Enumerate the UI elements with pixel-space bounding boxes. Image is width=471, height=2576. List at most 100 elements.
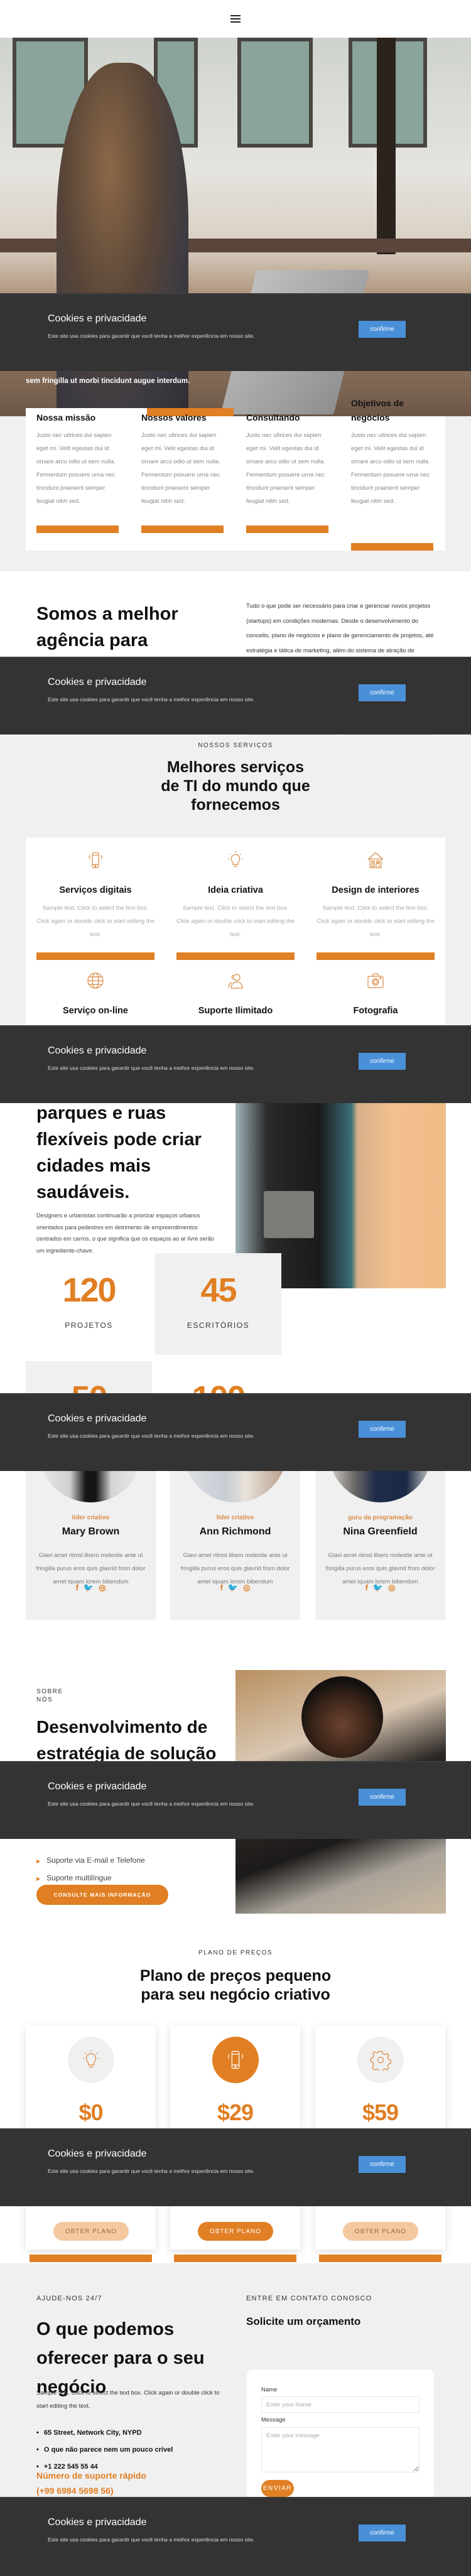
cookie-confirm-button[interactable]: confirme (359, 1053, 406, 1070)
laptop-image (264, 1191, 314, 1238)
contact-section: AJUDE-NOS 24/7 ENTRE EM CONTATO CONOSCO … (0, 2263, 471, 2575)
services-section: NOSSOS SERVIÇOS Melhores serviços de TI … (0, 736, 471, 1059)
lightbulb-icon (67, 2037, 114, 2083)
list-item-text: Suporte via E-mail e Telefone (46, 1856, 145, 1865)
support-number-value: (+99 6984 5698 56) (36, 2486, 114, 2496)
parks-heading: parques e ruas flexíveis pode criar cida… (36, 1103, 202, 1202)
twitter-icon[interactable]: 🐦 (373, 1583, 383, 1593)
get-plan-button[interactable]: OBTER PLANO (343, 2222, 418, 2241)
services-card: Serviços digitais Sample text. Click to … (26, 838, 445, 1059)
team-section: líder criativo Mary Brown Glavi amet rit… (0, 1433, 471, 1622)
cookie-banner: Cookies e privacidade Este site usa cook… (0, 2128, 471, 2206)
plan-bar (174, 2255, 296, 2262)
service-title: Suporte Ilimitado (198, 1006, 273, 1016)
stat-label: ESCRITÓRIOS (187, 1321, 250, 1330)
cookie-confirm-button[interactable]: confirme (359, 1789, 406, 1806)
cookie-banner: Cookies e privacidade Este site usa cook… (0, 293, 471, 371)
social-links: f 🐦 ◎ (315, 1583, 445, 1593)
hamburger-menu-icon[interactable] (230, 15, 241, 23)
plan-price: $0 (78, 2099, 103, 2125)
name-input[interactable] (261, 2396, 420, 2413)
contact-address: 65 Street, Network City, NYPD (36, 2425, 173, 2442)
feature-column: Nossa missão Justo nec ultrices dui sapi… (36, 412, 119, 508)
feature-column: Consultando Justo nec ultrices dui sapie… (246, 412, 328, 508)
feature-text: Justo nec ultrices dui sapien eget mi. V… (351, 432, 430, 505)
cookie-confirm-button[interactable]: confirme (359, 2156, 406, 2173)
smartphone-icon (212, 2037, 259, 2083)
arrow-right-icon: ▶ (36, 1876, 41, 1882)
message-input[interactable] (261, 2427, 420, 2472)
form-title: Solicite um orçamento (246, 2315, 361, 2327)
service-item: Design de interiores Sample text. Click … (317, 848, 435, 941)
instagram-icon[interactable]: ◎ (99, 1583, 106, 1593)
team-role: líder criativo (216, 1514, 254, 1521)
service-text: Sample text. Click to select the text bo… (176, 905, 295, 938)
twitter-icon[interactable]: 🐦 (84, 1583, 94, 1593)
service-bar (176, 952, 295, 960)
contact-sample-text: Sample text. Click to select the text bo… (36, 2390, 220, 2410)
cookie-text: Este site usa cookies para garantir que … (48, 1801, 255, 1807)
smartphone-icon (86, 848, 105, 873)
twitter-icon[interactable]: 🐦 (228, 1583, 238, 1593)
camera-icon (366, 968, 385, 993)
team-role: guru da programação (348, 1514, 413, 1521)
list-item-text: Suporte multilíngue (46, 1873, 112, 1882)
parks-text: Designers e urbanistas continuarão a pri… (36, 1212, 214, 1254)
arrow-right-icon: ▶ (36, 1858, 41, 1864)
gear-icon (357, 2037, 404, 2083)
stat-item: 45 ESCRITÓRIOS (155, 1253, 281, 1355)
team-name: Mary Brown (62, 1526, 120, 1537)
stat-value: 120 (62, 1271, 116, 1309)
feature-title: Nossa missão (36, 412, 96, 423)
services-heading-line: Melhores serviços (166, 758, 305, 776)
get-plan-button[interactable]: OBTER PLANO (198, 2222, 273, 2241)
contact-kicker-left: AJUDE-NOS 24/7 (36, 2295, 102, 2302)
instagram-icon[interactable]: ◎ (388, 1583, 395, 1593)
cookie-confirm-button[interactable]: confirme (359, 2525, 406, 2541)
facebook-icon[interactable]: f (365, 1583, 368, 1593)
feature-column: Objetivos de negócios Justo nec ultrices… (351, 398, 433, 508)
plan-bar (319, 2255, 441, 2262)
feature-bar (246, 525, 328, 533)
team-card: guru da programação Nina Greenfield Glav… (315, 1433, 445, 1620)
features-card: Nossa missão Justo nec ultrices dui sapi… (26, 398, 445, 551)
submit-button[interactable]: ENVIAR (261, 2480, 294, 2497)
team-name: Ann Richmond (199, 1526, 271, 1537)
cookie-banner: Cookies e privacidade Este site usa cook… (0, 657, 471, 735)
plan-price: $29 (217, 2099, 254, 2125)
contact-note: O que não parece nem um pouco crível (36, 2442, 173, 2459)
cookie-confirm-button[interactable]: confirme (359, 684, 406, 701)
facebook-icon[interactable]: f (76, 1583, 78, 1593)
stat-label: PROJETOS (65, 1321, 113, 1330)
cookie-text: Este site usa cookies para garantir que … (48, 2168, 255, 2174)
support-number-label: Número de suporte rápido (36, 2471, 147, 2481)
service-item: Ideia criativa Sample text. Click to sel… (176, 848, 295, 941)
cookie-title: Cookies e privacidade (48, 1781, 147, 1792)
stat-item: 120 PROJETOS (26, 1253, 152, 1355)
social-links: f 🐦 ◎ (170, 1583, 300, 1593)
house-icon (366, 848, 385, 873)
feature-bar (36, 525, 119, 533)
read-more-button[interactable]: CONSULTE MAIS INFORMAÇÃO (36, 1885, 168, 1905)
team-name: Nina Greenfield (343, 1526, 418, 1537)
feature-title: Nossos valores (141, 412, 207, 423)
cookie-banner: Cookies e privacidade Este site usa cook… (0, 1025, 471, 1103)
services-heading-line: fornecemos (191, 796, 280, 814)
get-plan-button[interactable]: OBTER PLANO (53, 2222, 129, 2241)
feature-title: Objetivos de negócios (351, 398, 404, 423)
about-us-kicker-line: SOBRE (36, 1688, 63, 1695)
cookie-text: Este site usa cookies para garantir que … (48, 333, 255, 339)
cookie-confirm-button[interactable]: confirme (359, 1421, 406, 1438)
instagram-icon[interactable]: ◎ (243, 1583, 250, 1593)
feature-text: Justo nec ultrices dui sapien eget mi. V… (141, 432, 220, 505)
hero-bg-window (237, 38, 313, 148)
globe-icon (86, 968, 105, 993)
services-heading: Melhores serviços de TI do mundo que for… (0, 758, 471, 814)
service-title: Serviços digitais (59, 885, 132, 895)
cookie-title: Cookies e privacidade (48, 2517, 147, 2528)
cookie-title: Cookies e privacidade (48, 677, 147, 687)
cookie-title: Cookies e privacidade (48, 313, 147, 324)
message-label: Message (261, 2417, 286, 2423)
facebook-icon[interactable]: f (220, 1583, 223, 1593)
cookie-confirm-button[interactable]: confirme (359, 321, 406, 338)
